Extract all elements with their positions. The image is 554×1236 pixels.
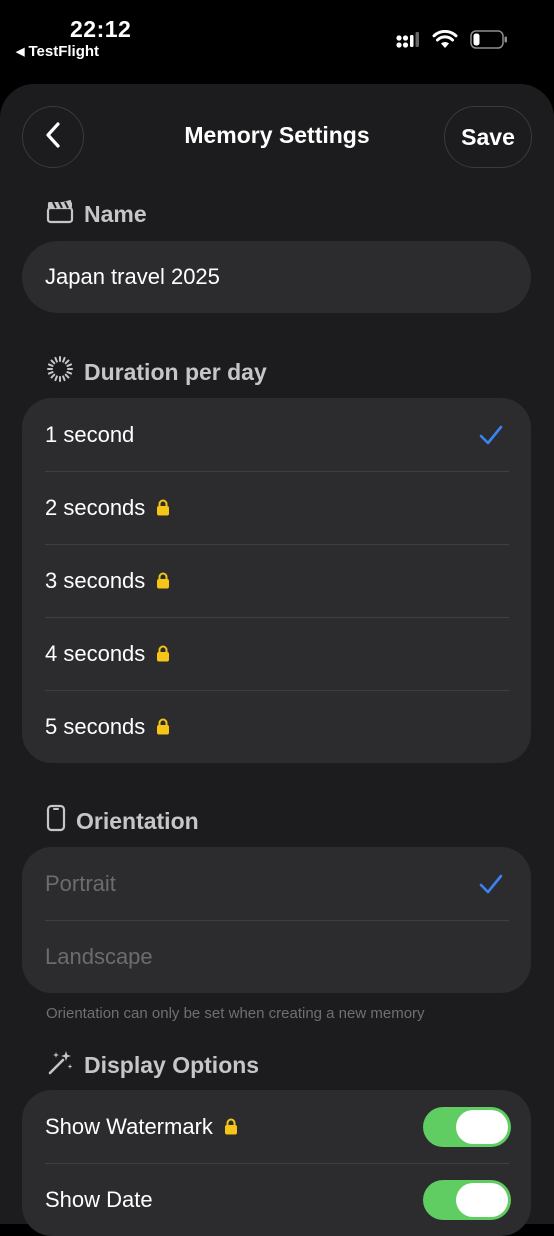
clapperboard-icon bbox=[46, 198, 74, 230]
checkmark-icon bbox=[479, 874, 503, 894]
name-section-header: Name bbox=[46, 198, 147, 230]
show-watermark-toggle[interactable] bbox=[423, 1106, 511, 1147]
duration-section-header: Duration per day bbox=[46, 355, 267, 389]
orientation-section-label: Orientation bbox=[76, 807, 199, 834]
name-section-label: Name bbox=[84, 200, 147, 227]
status-icons bbox=[396, 29, 508, 54]
duration-option-2[interactable]: 2 seconds bbox=[22, 471, 531, 544]
name-input[interactable]: Japan travel 2025 bbox=[22, 241, 531, 313]
duration-option-1[interactable]: 1 second bbox=[22, 398, 531, 471]
orientation-option-landscape[interactable]: Landscape bbox=[22, 920, 531, 993]
wifi-icon bbox=[432, 29, 458, 54]
status-bar: 22:12 ◀ TestFlight bbox=[0, 0, 554, 80]
duration-option-label: 5 seconds bbox=[45, 713, 146, 739]
lock-icon bbox=[156, 718, 170, 735]
show-watermark-row: Show Watermark bbox=[22, 1090, 531, 1163]
duration-option-4[interactable]: 4 seconds bbox=[22, 617, 531, 690]
lock-icon bbox=[156, 572, 170, 589]
status-time: 22:12 bbox=[70, 16, 132, 42]
orientation-footnote: Orientation can only be set when creatin… bbox=[46, 1005, 425, 1022]
display-options-list: Show Watermark Show Date bbox=[22, 1090, 531, 1236]
duration-option-label: 4 seconds bbox=[45, 640, 146, 666]
back-to-app-link[interactable]: ◀ TestFlight bbox=[16, 43, 99, 60]
orientation-option-label: Landscape bbox=[45, 943, 153, 969]
lock-icon bbox=[156, 645, 170, 662]
duration-option-label: 2 seconds bbox=[45, 494, 146, 520]
back-app-label: TestFlight bbox=[28, 43, 100, 60]
orientation-option-label: Portrait bbox=[45, 870, 116, 896]
duration-options-list: 1 second 2 seconds 3 seconds 4 seconds 5… bbox=[22, 398, 531, 763]
duration-option-label: 1 second bbox=[45, 421, 135, 447]
duration-option-label: 3 seconds bbox=[45, 567, 146, 593]
lock-icon bbox=[156, 499, 170, 516]
phone-portrait-icon bbox=[46, 804, 66, 838]
cellular-signal-icon bbox=[396, 31, 420, 53]
timer-dial-icon bbox=[46, 355, 74, 389]
checkmark-icon bbox=[479, 425, 503, 445]
orientation-option-portrait[interactable]: Portrait bbox=[22, 847, 531, 920]
orientation-options-list: Portrait Landscape bbox=[22, 847, 531, 993]
duration-option-5[interactable]: 5 seconds bbox=[22, 690, 531, 763]
duration-option-3[interactable]: 3 seconds bbox=[22, 544, 531, 617]
settings-sheet: Memory Settings Save Name Japan travel 2… bbox=[0, 84, 554, 1236]
toggle-knob bbox=[456, 1109, 508, 1144]
battery-icon bbox=[470, 30, 508, 54]
magic-wand-icon bbox=[46, 1048, 74, 1082]
display-section-label: Display Options bbox=[84, 1051, 260, 1078]
show-watermark-label: Show Watermark bbox=[45, 1113, 213, 1139]
duration-section-label: Duration per day bbox=[84, 358, 267, 385]
display-section-header: Display Options bbox=[46, 1048, 259, 1082]
orientation-section-header: Orientation bbox=[46, 804, 199, 838]
save-button[interactable]: Save bbox=[444, 106, 532, 168]
back-triangle-icon: ◀ bbox=[16, 46, 25, 58]
lock-icon bbox=[224, 1118, 238, 1135]
